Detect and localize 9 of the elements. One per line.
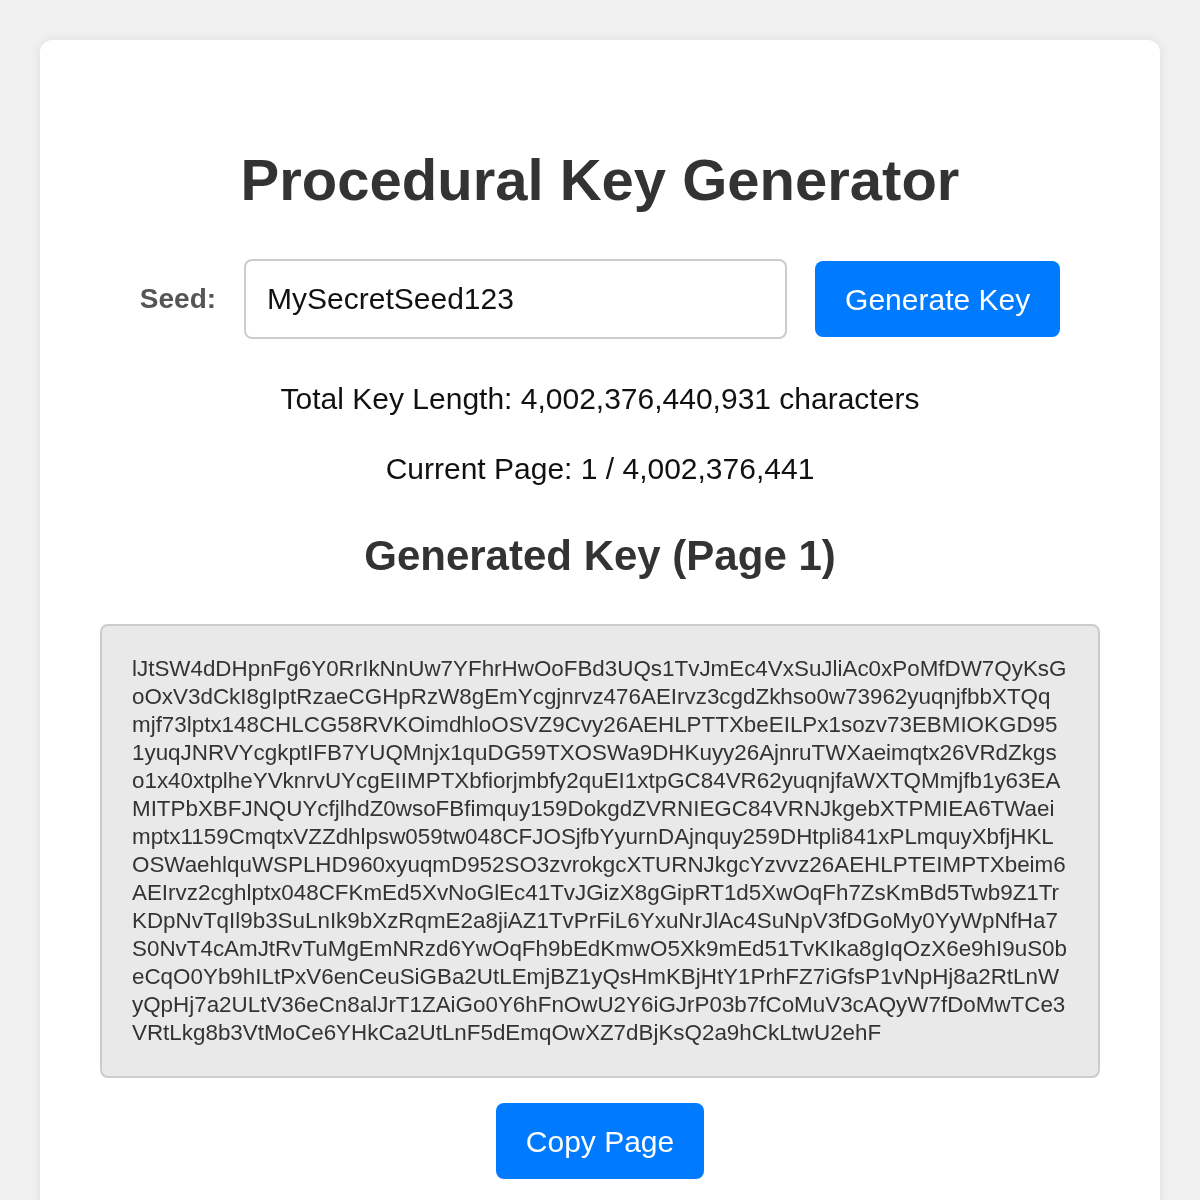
generated-key-text: lJtSW4dDHpnFg6Y0RrIkNnUw7YFhrHwOoFBd3UQs1TvJmEc4VxSuJliAc0xPoMfDW7QyKsGoOxV3dCkI8gIptRzaeCGHpRzW8gEmYcgjnrvz476AEIrvz3cgdZkhso0w73962yuqnjfbbXTQqmjf73lptx148CHLCG58RVKOimdhloOSVZ9Cvy26AEHLPTTXbeEILPx1sozv73EBMIOKGD951yuqJNRVYcgkptIFB7YUQMnjx1quDG59TXOSWa9DHKuyy26AjnruTWXaeimqtx26VRdZkgso1x40xtplheYVknrvUYcgEIIMPTXbfiorjmbfy2quEI1xtpGC84VR62yuqnjfaWXTQMmjfb1y63EAMITPbXBFJNQUYcfjlhdZ0wsoFBfimquy159DokgdZVRNIEGC84VRNJkgebXTPMIEA6TWaeimptx1159CmqtxVZZdhlpsw059tw048CFJOSjfbYyurnDAjnquy259DHtpli841xPLmquyXbfjHKLOSWaehlquWSPLHD960xyuqmD952SO3zvrokgcXTURNJkgcYzvvz26AEHLPTEIMPTXbeim6AEIrvz2cghlptx048CFKmEd5XvNoGlEc41TvJGizX8gGipRT1d5XwOqFh7ZsKmBd5Twb9Z1TrKDpNvTqIl9b3SuLnIk9bXzRqmE2a8jiAZ1TvPrFiL6YxuNrJlAc4SuNpV3fDGoMy0YyWpNfHa7S0NvT4cAmJtRvTuMgEmNRzd6YwOqFh9bEdKmwO5Xk9mEd51TvKIka8gIqOzX6e9hI9uS0beCqO0Yb9hILtPxV6enCeuSiGBa2UtLEmjBZ1yQsHmKBjHtY1PrhFZ7iGfsP1vNpHj8a2RtLnWyQpHj7a2ULtV36eCn8alJrT1ZAiGo0Y6hFnOwU2Y6iGJrP03b7fCoMuV3cAQyW7fDoMwTCe3VRtLkg8b3VtMoCe6YHkCa2UtLnF5dEmqOwXZ7dBjKsQ2a9hCkLtwU2ehF	[132, 655, 1068, 1047]
key-heading: Generated Key (Page 1)	[364, 531, 836, 581]
current-page-text: Current Page: 1 / 4,002,376,441	[385, 451, 815, 487]
total-length-text: Total Key Length: 4,002,376,440,931 characters	[280, 381, 920, 417]
seed-label: Seed:	[139, 282, 217, 316]
page-title: Procedural Key Generator	[240, 146, 960, 214]
copy-page-button[interactable]: Copy Page	[495, 1103, 705, 1179]
generate-key-button[interactable]: Generate Key	[815, 261, 1061, 337]
seed-input[interactable]: MySecretSeed123	[244, 259, 788, 339]
